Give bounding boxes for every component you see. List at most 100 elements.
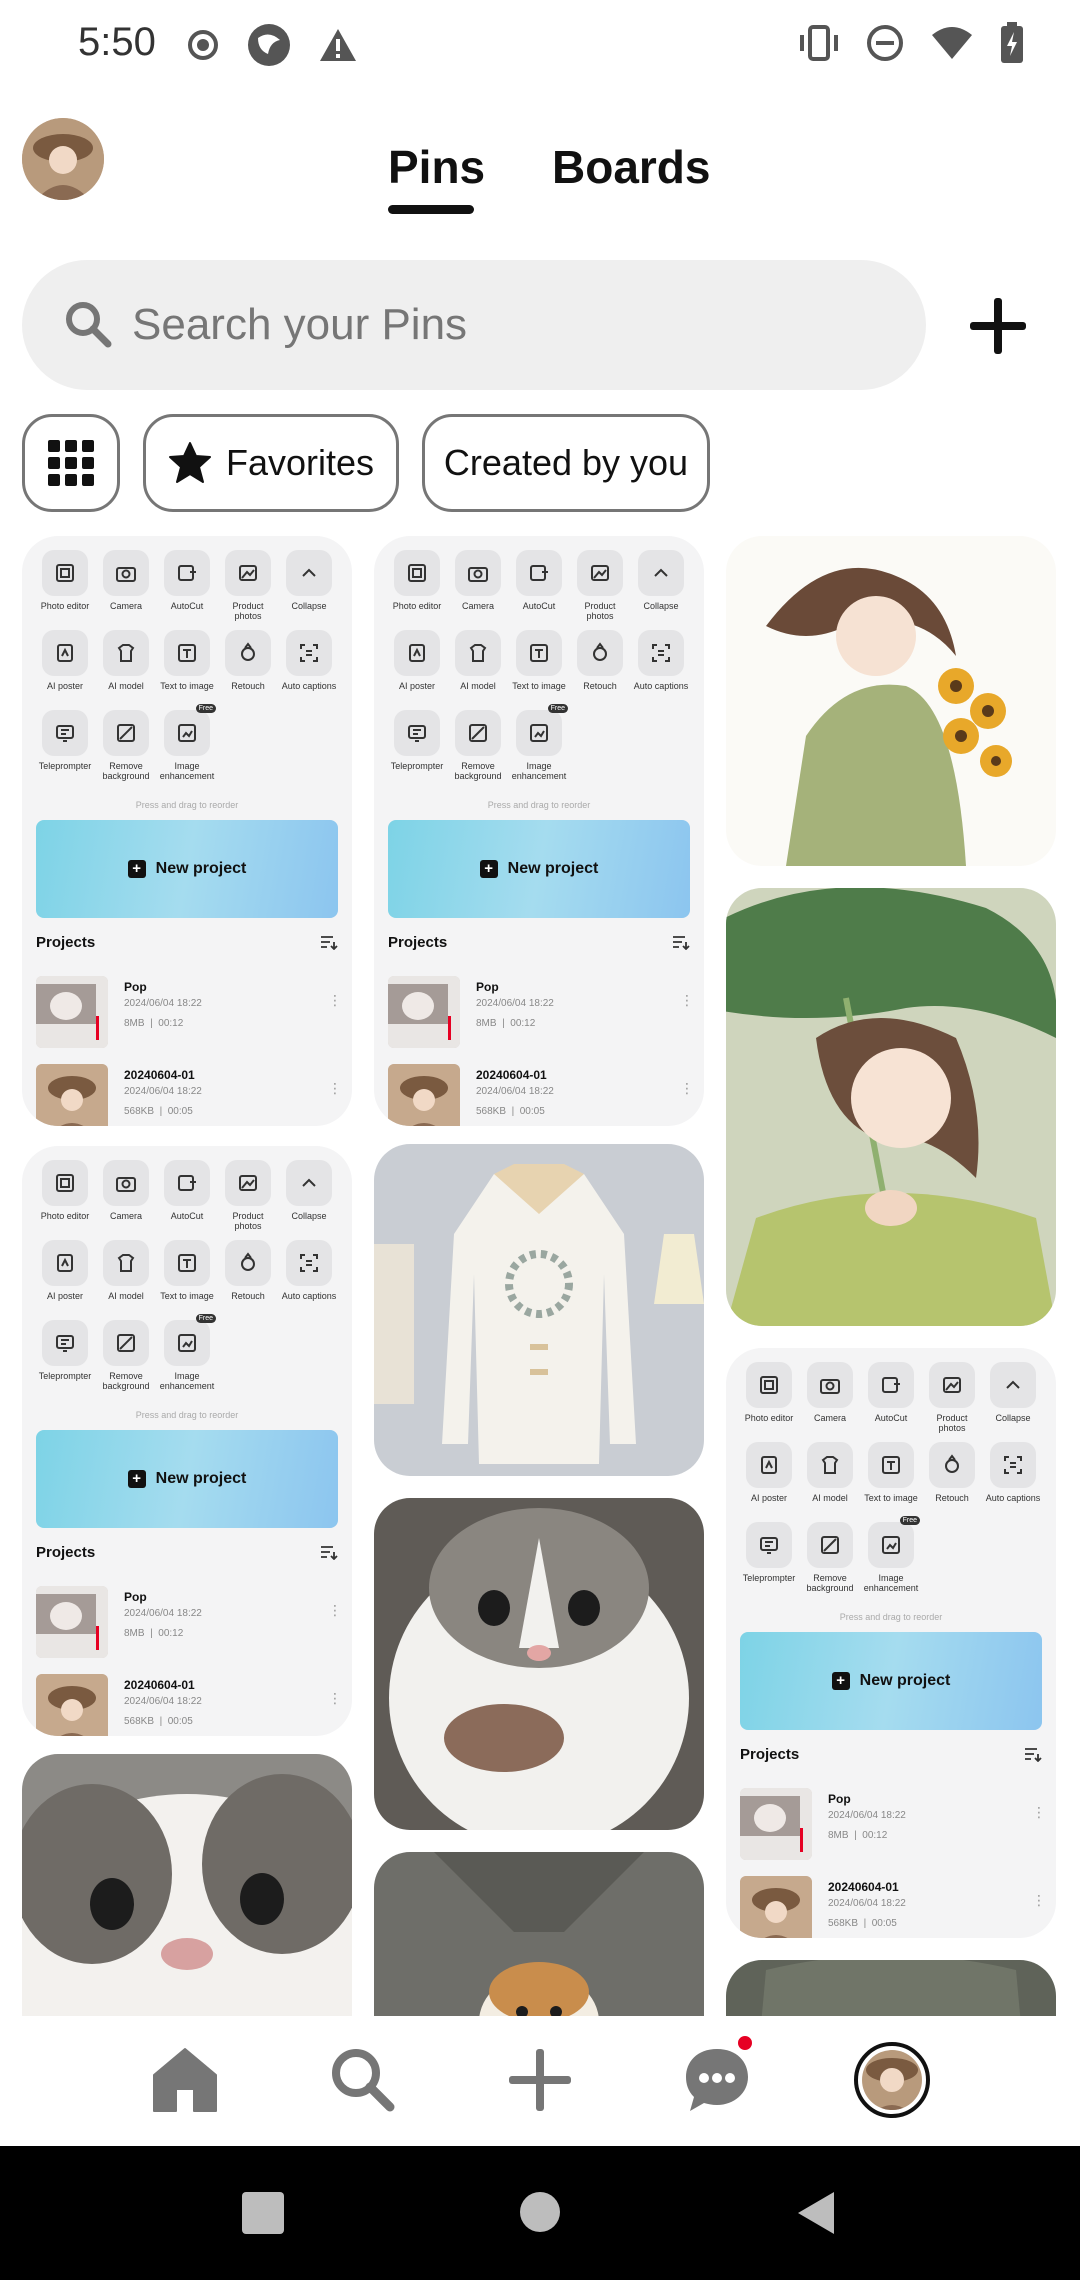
- nav-search[interactable]: [323, 2040, 403, 2120]
- sort-icon[interactable]: [1024, 1746, 1042, 1762]
- tool-photo-editor[interactable]: Photo editor: [740, 1362, 798, 1423]
- pin-editor-screenshot[interactable]: Photo editor Camera AutoCut Product photos C…: [22, 536, 352, 1126]
- pin-cat-hoodie[interactable]: [374, 1852, 704, 2016]
- pin-editor-screenshot[interactable]: Photo editor Camera AutoCut Product photos C…: [374, 536, 704, 1126]
- tool-autocut[interactable]: AutoCut: [158, 1160, 216, 1221]
- pin-hoodie-partial[interactable]: [726, 1960, 1056, 2016]
- tool-ai-poster[interactable]: AI poster: [36, 1240, 94, 1301]
- pin-editor-screenshot[interactable]: Photo editor Camera AutoCut Product photos C…: [726, 1348, 1056, 1938]
- tool-remove-background[interactable]: Remove background: [97, 1320, 155, 1391]
- tab-boards[interactable]: Boards: [552, 140, 710, 194]
- back-button[interactable]: [796, 2190, 836, 2236]
- tool-teleprompter[interactable]: Teleprompter: [740, 1522, 798, 1583]
- favorites-filter-chip[interactable]: Favorites: [143, 414, 399, 512]
- project-item[interactable]: 20240604-01 2024/06/04 18:22 568KB | 00:05…: [388, 1064, 694, 1126]
- tool-auto-captions[interactable]: Auto captions: [280, 630, 338, 691]
- tool-text-to-image[interactable]: Text to image: [510, 630, 568, 691]
- tool-photo-editor[interactable]: Photo editor: [36, 550, 94, 611]
- tool-collapse[interactable]: Collapse: [632, 550, 690, 611]
- more-options-icon[interactable]: ⋮: [680, 1081, 694, 1095]
- new-project-button[interactable]: + New project: [388, 820, 690, 918]
- project-item[interactable]: 20240604-01 2024/06/04 18:22 568KB | 00:05…: [36, 1674, 342, 1736]
- tool-photo-editor[interactable]: Photo editor: [388, 550, 446, 611]
- tool-teleprompter[interactable]: Teleprompter: [36, 710, 94, 771]
- project-item[interactable]: Pop 2024/06/04 18:22 8MB | 00:12 ⋮: [388, 976, 694, 1048]
- tool-teleprompter[interactable]: Teleprompter: [388, 710, 446, 771]
- tool-ai-model[interactable]: AI model: [801, 1442, 859, 1503]
- tool-teleprompter[interactable]: Teleprompter: [36, 1320, 94, 1381]
- tool-text-to-image[interactable]: Text to image: [862, 1442, 920, 1503]
- tool-photo-editor[interactable]: Photo editor: [36, 1160, 94, 1221]
- nav-messages[interactable]: [677, 2040, 757, 2120]
- sort-icon[interactable]: [320, 1544, 338, 1560]
- tool-collapse[interactable]: Collapse: [280, 550, 338, 611]
- recents-button[interactable]: [242, 2192, 284, 2234]
- tool-auto-captions[interactable]: Auto captions: [280, 1240, 338, 1301]
- tool-retouch[interactable]: Retouch: [571, 630, 629, 691]
- tool-text-to-image[interactable]: Text to image: [158, 1240, 216, 1301]
- sort-icon[interactable]: [672, 934, 690, 950]
- tab-pins[interactable]: Pins: [388, 140, 485, 194]
- tool-product-photos[interactable]: Product photos: [219, 1160, 277, 1231]
- nav-profile[interactable]: [852, 2040, 932, 2120]
- new-project-button[interactable]: + New project: [36, 1430, 338, 1528]
- tool-retouch[interactable]: Retouch: [923, 1442, 981, 1503]
- more-options-icon[interactable]: ⋮: [1032, 1805, 1046, 1819]
- new-project-button[interactable]: + New project: [36, 820, 338, 918]
- sort-icon[interactable]: [320, 934, 338, 950]
- more-options-icon[interactable]: ⋮: [328, 993, 342, 1007]
- tool-retouch[interactable]: Retouch: [219, 630, 277, 691]
- more-options-icon[interactable]: ⋮: [328, 1081, 342, 1095]
- tool-collapse[interactable]: Collapse: [984, 1362, 1042, 1423]
- project-item[interactable]: 20240604-01 2024/06/04 18:22 568KB | 00:05…: [740, 1876, 1046, 1938]
- tool-collapse[interactable]: Collapse: [280, 1160, 338, 1221]
- tool-product-photos[interactable]: Product photos: [571, 550, 629, 621]
- tool-ai-model[interactable]: AI model: [97, 630, 155, 691]
- tool-product-photos[interactable]: Product photos: [219, 550, 277, 621]
- project-item[interactable]: 20240604-01 2024/06/04 18:22 568KB | 00:05…: [36, 1064, 342, 1126]
- tool-image-enhancement[interactable]: Free Image enhancement: [862, 1516, 920, 1593]
- more-options-icon[interactable]: ⋮: [328, 1691, 342, 1705]
- tool-camera[interactable]: Camera: [97, 550, 155, 611]
- nav-create[interactable]: [500, 2040, 580, 2120]
- search-input[interactable]: [132, 290, 892, 360]
- tool-ai-poster[interactable]: AI poster: [388, 630, 446, 691]
- tool-ai-model[interactable]: AI model: [449, 630, 507, 691]
- more-options-icon[interactable]: ⋮: [328, 1603, 342, 1617]
- tool-image-enhancement[interactable]: Free Image enhancement: [158, 704, 216, 781]
- tool-camera[interactable]: Camera: [801, 1362, 859, 1423]
- tool-ai-model[interactable]: AI model: [97, 1240, 155, 1301]
- tool-autocut[interactable]: AutoCut: [862, 1362, 920, 1423]
- tool-camera[interactable]: Camera: [449, 550, 507, 611]
- tool-product-photos[interactable]: Product photos: [923, 1362, 981, 1433]
- nav-home[interactable]: [145, 2040, 225, 2120]
- tool-image-enhancement[interactable]: Free Image enhancement: [510, 704, 568, 781]
- project-item[interactable]: Pop 2024/06/04 18:22 8MB | 00:12 ⋮: [740, 1788, 1046, 1860]
- tool-image-enhancement[interactable]: Free Image enhancement: [158, 1314, 216, 1391]
- tool-autocut[interactable]: AutoCut: [158, 550, 216, 611]
- tool-camera[interactable]: Camera: [97, 1160, 155, 1221]
- project-item[interactable]: Pop 2024/06/04 18:22 8MB | 00:12 ⋮: [36, 1586, 342, 1658]
- tool-auto-captions[interactable]: Auto captions: [984, 1442, 1042, 1503]
- tool-retouch[interactable]: Retouch: [219, 1240, 277, 1301]
- tool-auto-captions[interactable]: Auto captions: [632, 630, 690, 691]
- project-item[interactable]: Pop 2024/06/04 18:22 8MB | 00:12 ⋮: [36, 976, 342, 1048]
- more-options-icon[interactable]: ⋮: [1032, 1893, 1046, 1907]
- pin-cat-held[interactable]: [374, 1498, 704, 1830]
- new-project-button[interactable]: + New project: [740, 1632, 1042, 1730]
- pin-white-hoodie[interactable]: [374, 1144, 704, 1476]
- tool-autocut[interactable]: AutoCut: [510, 550, 568, 611]
- tool-text-to-image[interactable]: Text to image: [158, 630, 216, 691]
- more-options-icon[interactable]: ⋮: [680, 993, 694, 1007]
- created-by-you-filter-chip[interactable]: Created by you: [422, 414, 710, 512]
- tool-remove-background[interactable]: Remove background: [97, 710, 155, 781]
- tool-ai-poster[interactable]: AI poster: [740, 1442, 798, 1503]
- search-bar[interactable]: [22, 260, 926, 390]
- pin-editor-screenshot[interactable]: Photo editor Camera AutoCut Product photos C…: [22, 1146, 352, 1736]
- pin-cat-closeup[interactable]: [22, 1754, 352, 2016]
- tool-ai-poster[interactable]: AI poster: [36, 630, 94, 691]
- pin-lotus-leaf-girl[interactable]: [726, 888, 1056, 1326]
- add-button[interactable]: [960, 288, 1036, 364]
- tool-remove-background[interactable]: Remove background: [801, 1522, 859, 1593]
- pin-sunflower-girl[interactable]: [726, 536, 1056, 866]
